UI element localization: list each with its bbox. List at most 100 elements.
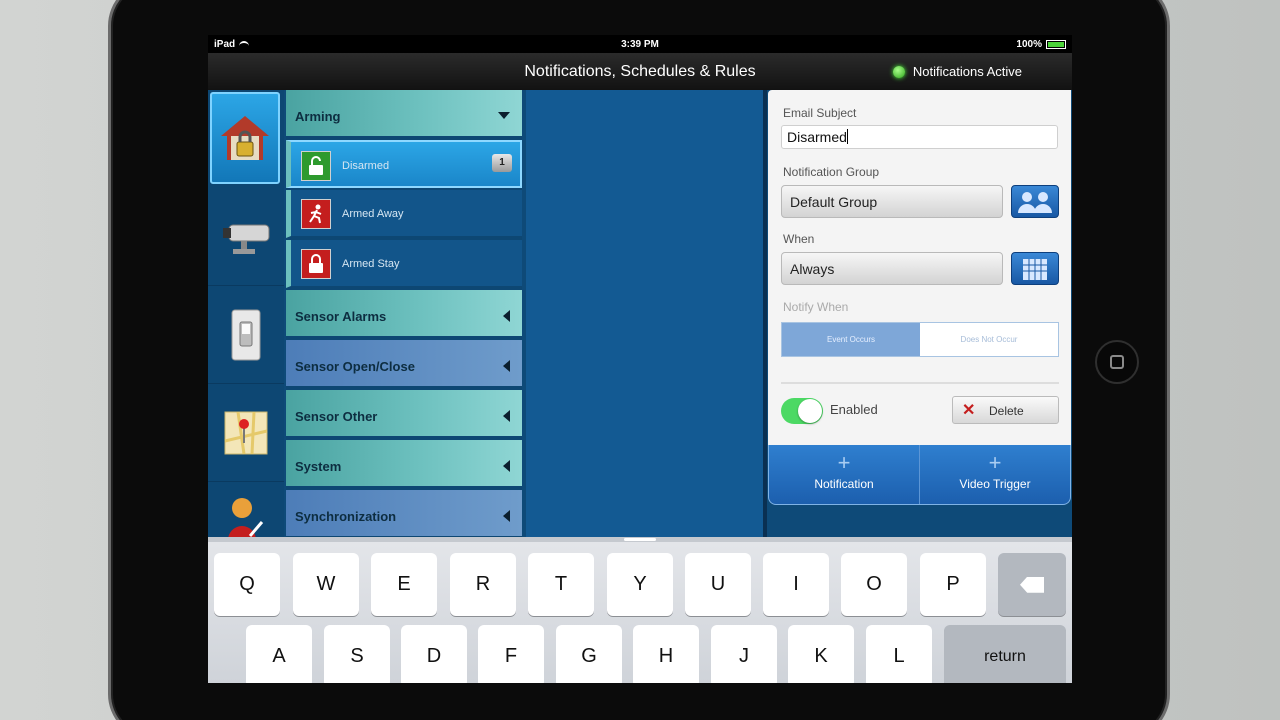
icon-nav — [208, 90, 284, 540]
category-label: Arming — [295, 109, 341, 124]
plus-icon: + — [837, 450, 851, 475]
key-k[interactable]: K — [788, 625, 854, 683]
house-lock-icon — [221, 116, 269, 160]
category-arming[interactable]: Arming — [286, 90, 522, 138]
add-notification-label: Notification — [814, 477, 874, 491]
add-notification-button[interactable]: + Notification — [769, 445, 919, 504]
notification-group-select[interactable]: Default Group — [781, 185, 1003, 218]
security-camera-icon — [223, 224, 270, 254]
nav-map-button[interactable] — [208, 384, 284, 482]
key-f[interactable]: F — [478, 625, 544, 683]
key-e[interactable]: E — [371, 553, 437, 616]
category-sensor-alarms[interactable]: Sensor Alarms — [286, 290, 522, 338]
key-t[interactable]: T — [528, 553, 594, 616]
when-label: When — [783, 232, 815, 246]
segment-does-not-occur[interactable]: Does Not Occur — [920, 323, 1058, 356]
app-screen: iPad 3:39 PM 100% Notifications, Schedul… — [208, 35, 1072, 683]
category-label: Sensor Open/Close — [295, 359, 415, 374]
nav-security-button[interactable] — [210, 92, 280, 184]
status-led-icon — [892, 65, 905, 78]
add-actions-bar: + Notification + Video Trigger — [768, 445, 1071, 505]
chevron-left-icon — [503, 310, 510, 322]
nav-lights-button[interactable] — [208, 286, 284, 384]
enabled-toggle[interactable] — [781, 398, 823, 424]
add-video-trigger-label: Video Trigger — [959, 477, 1031, 491]
plus-icon: + — [988, 450, 1002, 475]
status-bar: iPad 3:39 PM 100% — [208, 35, 1072, 53]
notification-detail-panel: Email Subject Disarmed Notification Grou… — [768, 90, 1071, 445]
chevron-left-icon — [503, 510, 510, 522]
email-subject-value: Disarmed — [787, 129, 847, 145]
key-l[interactable]: L — [866, 625, 932, 683]
chevron-left-icon — [503, 460, 510, 472]
backspace-key[interactable] — [998, 553, 1066, 616]
arming-item-armed-stay[interactable]: Armed Stay — [286, 240, 522, 288]
delete-button[interactable]: ✕ Delete — [952, 396, 1059, 424]
title-bar: Notifications, Schedules & Rules Notific… — [208, 53, 1072, 90]
add-video-trigger-button[interactable]: + Video Trigger — [919, 445, 1070, 504]
key-p[interactable]: P — [920, 553, 986, 616]
text-caret — [846, 129, 848, 144]
key-h[interactable]: H — [633, 625, 699, 683]
notifications-status-label: Notifications Active — [912, 64, 1022, 79]
arming-item-disarmed[interactable]: Disarmed 1 — [286, 140, 522, 188]
key-s[interactable]: S — [324, 625, 390, 683]
key-w[interactable]: W — [293, 553, 359, 616]
users-group-icon — [1018, 191, 1052, 213]
segment-event-occurs[interactable]: Event Occurs — [782, 323, 920, 356]
rules-pane — [526, 90, 767, 540]
chevron-down-icon — [498, 112, 510, 119]
calendar-icon — [1023, 258, 1047, 280]
background: iPad 3:39 PM 100% Notifications, Schedul… — [0, 0, 1280, 720]
map-pin-icon — [224, 411, 268, 454]
battery-percent: 100% — [1016, 39, 1042, 50]
divider — [781, 382, 1059, 384]
arming-item-armed-away[interactable]: Armed Away — [286, 190, 522, 238]
key-r[interactable]: R — [450, 553, 516, 616]
arming-item-label: Disarmed — [342, 160, 390, 172]
nav-cameras-button[interactable] — [208, 188, 284, 286]
key-u[interactable]: U — [685, 553, 751, 616]
running-man-icon — [301, 199, 331, 229]
battery-icon — [1046, 40, 1066, 49]
email-subject-label: Email Subject — [783, 106, 857, 120]
schedule-picker-button[interactable] — [1011, 252, 1059, 285]
home-square-icon — [1110, 355, 1124, 369]
key-d[interactable]: D — [401, 625, 467, 683]
category-system[interactable]: System — [286, 440, 522, 488]
user-icon — [228, 498, 264, 540]
nav-users-button[interactable] — [208, 482, 284, 540]
notify-when-segmented: Event Occurs Does Not Occur — [781, 322, 1059, 357]
arming-item-label: Armed Stay — [342, 258, 400, 270]
category-sensor-other[interactable]: Sensor Other — [286, 390, 522, 438]
group-picker-button[interactable] — [1011, 185, 1059, 218]
category-label: Synchronization — [295, 509, 397, 524]
enabled-label: Enabled — [830, 402, 878, 417]
key-y[interactable]: Y — [607, 553, 673, 616]
key-i[interactable]: I — [763, 553, 829, 616]
key-g[interactable]: G — [556, 625, 622, 683]
count-badge: 1 — [492, 154, 512, 172]
category-synchronization[interactable]: Synchronization — [286, 490, 522, 538]
close-icon: ✕ — [962, 402, 976, 419]
backspace-icon — [1020, 576, 1044, 593]
chevron-left-icon — [503, 410, 510, 422]
home-button[interactable] — [1095, 340, 1139, 384]
key-a[interactable]: A — [246, 625, 312, 683]
category-label: System — [295, 459, 342, 474]
when-select[interactable]: Always — [781, 252, 1003, 285]
category-label: Sensor Alarms — [295, 309, 387, 324]
chevron-left-icon — [503, 360, 510, 372]
return-key[interactable]: return — [944, 625, 1066, 683]
category-sensor-open-close[interactable]: Sensor Open/Close — [286, 340, 522, 388]
keyboard-grip — [624, 538, 656, 541]
email-subject-input[interactable]: Disarmed — [781, 125, 1058, 149]
key-o[interactable]: O — [841, 553, 907, 616]
key-q[interactable]: Q — [214, 553, 280, 616]
key-j[interactable]: J — [711, 625, 777, 683]
category-label: Sensor Other — [295, 409, 378, 424]
category-list: Arming Disarmed 1 Armed Away Armed Stay … — [286, 90, 522, 540]
light-switch-icon — [231, 309, 261, 360]
notification-group-label: Notification Group — [783, 165, 880, 179]
clock: 3:39 PM — [621, 39, 659, 50]
